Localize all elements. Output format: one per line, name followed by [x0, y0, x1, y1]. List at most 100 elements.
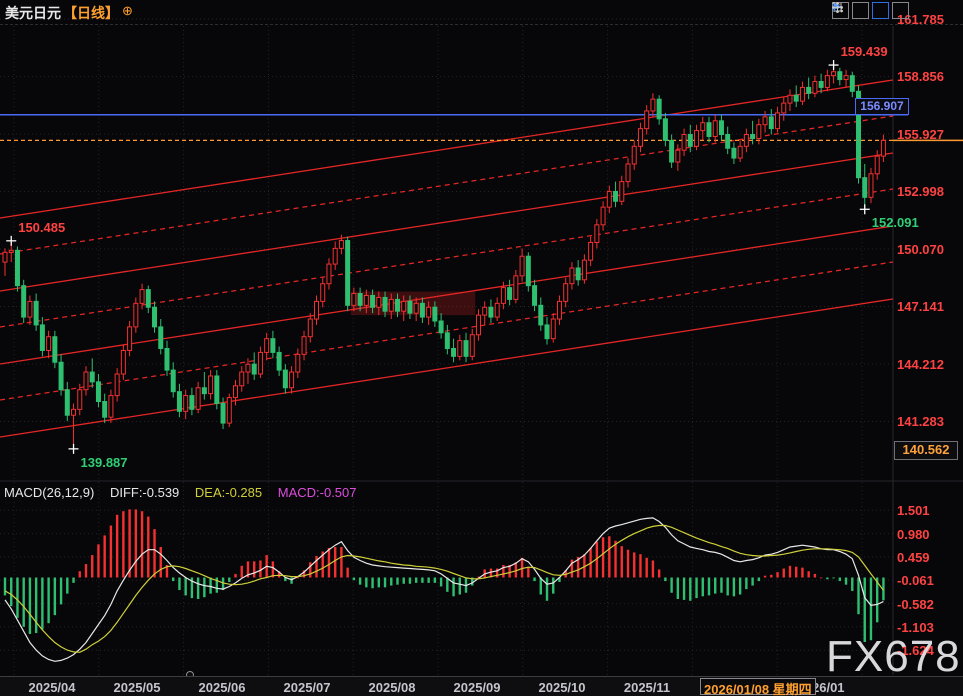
axis-scale-icon[interactable] [852, 2, 869, 19]
candle-body [875, 156, 879, 174]
candle-body [744, 135, 748, 147]
time-axis-label: 2025/10 [539, 680, 586, 695]
macd-histogram-bar [440, 578, 442, 587]
macd-histogram-bar [365, 578, 367, 588]
blue-line-price-label[interactable]: 156.907 [855, 98, 909, 115]
candle-body [539, 305, 543, 325]
macd-histogram-bar [801, 568, 803, 578]
macd-histogram-bar [452, 578, 454, 597]
candle-body [495, 303, 499, 317]
macd-histogram-bar [128, 509, 130, 577]
candle-body [265, 339, 269, 353]
candle-body [240, 372, 244, 386]
macd-histogram-bar [764, 576, 766, 578]
candle-body [358, 294, 362, 306]
candle-body [651, 99, 655, 111]
candle-body [695, 131, 699, 147]
candle-body [377, 297, 381, 307]
candle-body [28, 301, 32, 317]
channel-trendline[interactable] [0, 262, 893, 400]
candle-body [782, 103, 786, 113]
macd-histogram-bar [751, 578, 753, 586]
candle-body [738, 146, 742, 158]
macd-histogram-bar [851, 578, 853, 591]
macd-macd-value: MACD:-0.507 [278, 485, 357, 500]
candle-body [9, 250, 13, 252]
macd-histogram-bar [346, 568, 348, 578]
candle-body [327, 264, 331, 284]
candle-body [308, 319, 312, 337]
candle-body [15, 250, 19, 285]
fx678-watermark: FX678 [826, 632, 961, 682]
candle-body [65, 390, 69, 416]
macd-histogram-bar [4, 578, 6, 596]
price-axis-label: 152.998 [897, 184, 944, 199]
candle-body [825, 76, 829, 88]
macd-histogram-bar [621, 546, 623, 577]
macd-histogram-bar [876, 578, 878, 623]
candle-body [283, 370, 287, 388]
candle-body [707, 123, 711, 137]
candle-body [638, 129, 642, 147]
candle-body [564, 284, 568, 302]
candle-body [414, 303, 418, 313]
macd-axis-label: 0.980 [897, 527, 930, 542]
macd-histogram-bar [253, 561, 255, 577]
macd-histogram-bar [390, 578, 392, 586]
candle-body [96, 382, 100, 402]
annotation-high-150485: 150.485 [18, 220, 65, 235]
candle-body [433, 307, 437, 321]
macd-histogram-bar [645, 558, 647, 578]
candle-body [383, 297, 387, 311]
candle-body [545, 325, 549, 339]
candle-body [234, 386, 238, 398]
macd-histogram-bar [783, 569, 785, 578]
candle-body [159, 327, 163, 349]
time-axis[interactable]: 2025/042025/052025/062025/072025/082025/… [0, 676, 963, 696]
candle-body [800, 87, 804, 101]
candle-body [395, 299, 399, 311]
candle-body [632, 146, 636, 164]
symbol-title: 美元日元 [5, 3, 61, 23]
macd-histogram-bar [160, 547, 162, 577]
highlight-box[interactable] [351, 292, 475, 316]
candle-body [620, 182, 624, 202]
macd-axis-label: -0.582 [897, 597, 934, 612]
chart-canvas[interactable] [0, 0, 963, 696]
macd-histogram-bar [16, 578, 18, 618]
candle-body [252, 364, 256, 374]
macd-histogram-bar [259, 560, 261, 577]
candle-body [595, 225, 599, 243]
channel-trendline[interactable] [0, 80, 893, 218]
price-axis-label: 144.212 [897, 357, 944, 372]
macd-axis-label: -0.061 [897, 573, 934, 588]
candle-body [657, 99, 661, 119]
candle-body [190, 396, 194, 410]
add-indicator-icon[interactable]: ⊕ [122, 3, 133, 19]
last-candle-date-label: 2026/01/08 星期四 [700, 678, 816, 695]
macd-histogram-bar [533, 578, 535, 582]
macd-axis-label: 1.501 [897, 503, 930, 518]
macd-params-label[interactable]: MACD(26,12,9) [4, 485, 94, 500]
jump-to-latest-icon[interactable] [892, 2, 909, 19]
macd-histogram-bar [789, 566, 791, 578]
candle-body [663, 119, 667, 141]
candle-body [321, 284, 325, 302]
auto-follow-icon[interactable] [872, 2, 889, 19]
candle-body [47, 337, 51, 351]
price-axis-label: 158.856 [897, 69, 944, 84]
macd-histogram-bar [814, 574, 816, 578]
candle-body [333, 248, 337, 264]
candle-body [807, 87, 811, 93]
macd-histogram-bar [820, 578, 822, 579]
candle-body [153, 307, 157, 327]
channel-trendline[interactable] [0, 153, 893, 291]
macd-histogram-bar [770, 575, 772, 578]
macd-histogram-bar [546, 578, 548, 601]
candle-body [339, 241, 343, 249]
price-axis-label: 141.283 [897, 414, 944, 429]
candle-body [601, 207, 605, 225]
candle-body [819, 82, 823, 88]
candle-body [445, 333, 449, 349]
candle-body [489, 307, 493, 317]
